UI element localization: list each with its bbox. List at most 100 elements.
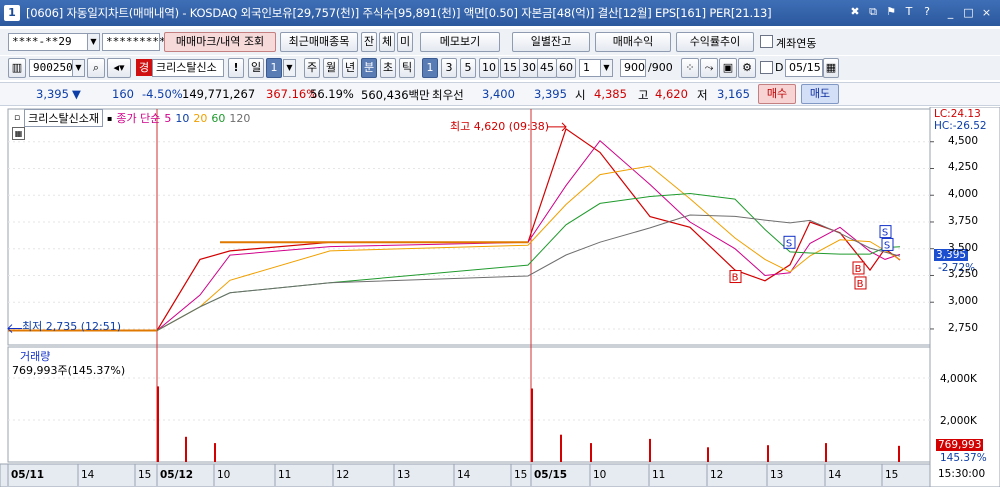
period-month-button[interactable]: 월 [323,58,339,78]
best-ask: 3,400 [482,87,515,101]
settings-dots-icon[interactable]: ⁘ [681,58,699,78]
period-week-button[interactable]: 주 [304,58,320,78]
grid-table-icon[interactable]: ▦ [12,127,25,140]
draw-tool-icon[interactable]: ⤳ [700,58,718,78]
period-year-button[interactable]: 년 [342,58,358,78]
x-tick-label: 10 [593,469,607,481]
volume-bar [214,443,216,462]
daily-balance-button[interactable]: 일별잔고 [512,32,590,52]
competition-badge: 경 [136,59,152,76]
x-tick-label: 14 [828,469,842,481]
volume-bar [825,443,827,462]
maximize-button[interactable]: □ [961,5,976,20]
sell-button[interactable]: 매도 [801,84,839,104]
volume-tick-label: 2,000K [940,415,978,427]
interval-count-field[interactable]: 1 [579,59,601,77]
account-link-checkbox[interactable] [760,35,773,48]
open-price: 4,385 [594,87,627,101]
interval-30-button[interactable]: 30 [519,58,539,78]
trade-marker-label: S [882,228,888,239]
x-tick-label: 05/15 [534,469,568,481]
fill-button[interactable]: 체 [379,32,395,52]
x-tick-label: 12 [710,469,724,481]
close-link-icon[interactable]: ✖ [848,5,862,19]
interval-45-button[interactable]: 45 [537,58,557,78]
trade-marker-label: S [786,238,792,249]
password-input[interactable]: ********* [102,33,166,51]
font-size-icon[interactable]: T [902,5,916,19]
memo-button[interactable]: 메모보기 [420,32,500,52]
legend-ma20: 20 [193,111,208,125]
account-toolbar: ****-**29 ▼ ********* 매매마크/내역 조회 최근매매종목 … [0,29,1000,55]
price-panel-frame [7,108,931,346]
stock-name-field[interactable]: 크리스탈신소 [152,59,224,77]
return-trend-button[interactable]: 수익률추이 [676,32,754,52]
calendar-icon[interactable]: ▦ [823,58,839,78]
account-input[interactable]: ****-**29 [8,33,88,51]
stock-code-dropdown[interactable]: ▼ [72,59,85,77]
high-annotation: 최고 4,620 (09:38) [450,120,550,133]
interval-1-button[interactable]: 1 [422,58,438,78]
period-count-dropdown[interactable]: ▼ [283,59,296,77]
window-number[interactable]: 1 [4,5,20,21]
interval-10-button[interactable]: 10 [479,58,499,78]
speaker-icon[interactable]: ◂▾ [107,58,131,78]
chart-type-icon[interactable]: ▥ [8,58,26,78]
last-volume-tag: 769,993 [936,439,984,451]
help-icon[interactable]: ? [920,5,934,19]
volume-bar [767,445,769,462]
x-tick-label: 11 [652,469,666,481]
interval-15-button[interactable]: 15 [500,58,520,78]
close-button[interactable]: × [979,5,994,20]
trade-mark-button[interactable]: 매매마크/내역 조회 [164,32,276,52]
volume-value: 149,771,267 [182,87,256,101]
x-tick-label: 14 [457,469,471,481]
recent-trades-button[interactable]: 최근매매종목 [280,32,358,52]
legend-stock-name[interactable]: 크리스탈신소재 [24,109,103,127]
account-dropdown[interactable]: ▼ [87,33,100,51]
price-tick-label: 3,000 [947,295,978,308]
change-arrow: ▼ [72,87,81,101]
x-tick-label: 14 [81,469,95,481]
period-tick-button[interactable]: 틱 [399,58,415,78]
interval-3-button[interactable]: 3 [441,58,457,78]
view-total-label: /900 [648,61,673,74]
date-checkbox[interactable] [760,61,773,74]
trade-marker-label: B [857,279,864,290]
unfilled-button[interactable]: 미 [397,32,413,52]
turnover-ratio: 56.19% [310,87,354,101]
buy-button[interactable]: 매수 [758,84,796,104]
price-change: 160 [112,87,134,101]
trade-marker-label: S [884,240,890,251]
period-second-button[interactable]: 초 [380,58,396,78]
save-icon[interactable]: ▣ [719,58,737,78]
price-legend: ▫ 크리스탈신소재 ▪ 종가 단순 5 10 20 60 120 [14,109,250,127]
interval-5-button[interactable]: 5 [460,58,476,78]
copy-window-icon[interactable]: ⧉ [866,5,880,19]
interval-60-button[interactable]: 60 [556,58,576,78]
trade-profit-button[interactable]: 매매수익 [595,32,671,52]
current-price: 3,395 [36,87,69,101]
legend-ma60: 60 [211,111,226,125]
alert-icon[interactable]: ! [228,58,244,78]
price-volume-chart[interactable]: BBBSSS2,000K4,000K [0,107,1000,487]
interval-count-dropdown[interactable]: ▼ [600,59,613,77]
period-day-button[interactable]: 일 [248,58,264,78]
high-label: 고 [638,88,649,102]
minimize-button[interactable]: _ [943,5,958,20]
legend-ma120: 120 [229,111,251,125]
best-bid: 3,395 [534,87,567,101]
stock-code-input[interactable]: 900250 [29,59,73,77]
balance-button[interactable]: 잔 [361,32,377,52]
x-tick-label: 05/12 [160,469,194,481]
date-input[interactable]: 05/15 [785,59,823,77]
chart-area[interactable]: B B B S S S 2,000K 4,000K ▫ 크리스탈신소재 ▪ 종가 단순 5 1… [0,107,1000,487]
view-count-input[interactable]: 900 [620,59,646,77]
ma120-line [8,214,901,332]
account-link-label: 계좌연동 [776,37,817,50]
gear-icon[interactable]: ⚙ [738,58,756,78]
search-icon[interactable]: ⌕ [87,58,105,78]
period-minute-button[interactable]: 분 [361,58,377,78]
pin-icon[interactable]: ⚑ [884,5,898,19]
period-count-field[interactable]: 1 [266,58,282,78]
